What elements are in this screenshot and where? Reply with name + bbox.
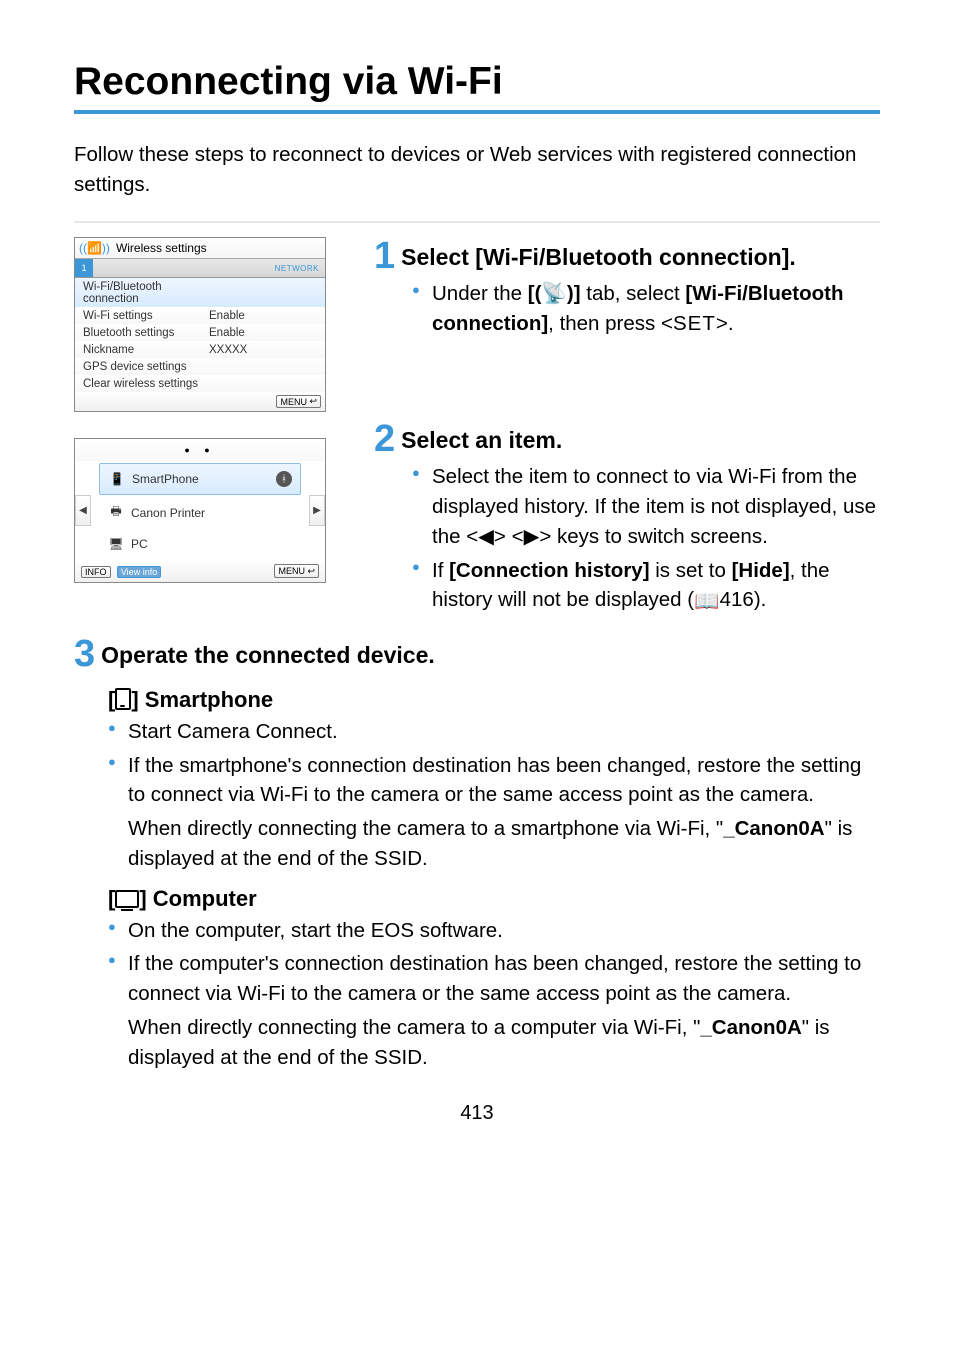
shot1-title: Wireless settings (116, 241, 207, 255)
step-1-row: ((📶)) Wireless settings 1 NETWORK Wi-Fi/… (74, 237, 880, 412)
menu-chip: MENU ↩ (276, 395, 321, 408)
row-label: Wi-Fi/Bluetooth connection (83, 281, 209, 305)
shot1-tab1: 1 (75, 259, 93, 277)
wifi-antenna-icon: (📡) (535, 282, 574, 305)
step-3: 3 Operate the connected device. [] Smart… (74, 635, 880, 1072)
row-value: Enable (209, 310, 245, 322)
row-label: GPS device settings (83, 361, 209, 373)
pc-icon: 🖥 (107, 537, 125, 551)
row-value: XXXXX (209, 344, 247, 356)
row-label: Nickname (83, 344, 209, 356)
step-number-2: 2 (374, 420, 395, 458)
step1-bullet: Under the [(📡)] tab, select [Wi-Fi/Bluet… (412, 279, 880, 338)
step-2-row: ● ● ◀ 📱 SmartPhone ᚼ 🖶 Canon Printer (74, 420, 880, 621)
step1-screenshot-col: ((📶)) Wireless settings 1 NETWORK Wi-Fi/… (74, 237, 358, 412)
row-label: Wi-Fi settings (83, 310, 209, 322)
left-arrow: ◀ (75, 495, 91, 526)
book-icon: 📖 (694, 587, 720, 617)
shot1-titlebar: ((📶)) Wireless settings (75, 238, 325, 259)
row-value: Enable (209, 327, 245, 339)
manual-page: Reconnecting via Wi-Fi Follow these step… (0, 0, 954, 1165)
history-label: SmartPhone (132, 472, 199, 486)
view-info-chip: View info (117, 566, 161, 578)
step2-screenshot-col: ● ● ◀ 📱 SmartPhone ᚼ 🖶 Canon Printer (74, 420, 358, 583)
sp-note: When directly connecting the camera to a… (128, 814, 880, 873)
step2-text: 2 Select an item. Select the item to con… (374, 420, 880, 621)
shot2-bottombar: INFO View info MENU ↩ (75, 560, 325, 582)
row-label: Bluetooth settings (83, 327, 209, 339)
shot2-body: ◀ 📱 SmartPhone ᚼ 🖶 Canon Printer 🖥 (75, 461, 325, 560)
history-list: 📱 SmartPhone ᚼ 🖶 Canon Printer 🖥 PC (91, 461, 309, 560)
smartphone-bullets: Start Camera Connect. If the smartphone'… (108, 717, 880, 810)
smartphone-icon: 📱 (108, 472, 126, 486)
shot1-bottombar: MENU ↩ (75, 392, 325, 411)
step2-title: Select an item. (401, 427, 562, 453)
shot1-row-bt-settings: Bluetooth settings Enable (75, 324, 325, 341)
divider (74, 221, 880, 223)
computer-bracket-icon (115, 890, 139, 908)
step2-bullets: Select the item to connect to via Wi-Fi … (412, 462, 880, 617)
intro-text: Follow these steps to reconnect to devic… (74, 140, 880, 199)
shot2-pager-dots: ● ● (75, 439, 325, 461)
step2-bullet-1: Select the item to connect to via Wi-Fi … (412, 462, 880, 551)
history-item-printer: 🖶 Canon Printer (99, 495, 301, 530)
computer-bullets: On the computer, start the EOS software.… (108, 916, 880, 1009)
history-label: Canon Printer (131, 506, 205, 520)
screenshot-wireless-settings: ((📶)) Wireless settings 1 NETWORK Wi-Fi/… (74, 237, 326, 412)
info-chip: INFO (81, 566, 111, 578)
row-label: Clear wireless settings (83, 378, 209, 390)
screenshot-history: ● ● ◀ 📱 SmartPhone ᚼ 🖶 Canon Printer (74, 438, 326, 583)
wifi-icon: ((📶)) (79, 241, 110, 255)
bluetooth-icon: ᚼ (276, 471, 292, 487)
right-arrow: ▶ (309, 495, 325, 526)
shot1-tabbar: 1 NETWORK (75, 259, 325, 278)
pc-bullet-1: On the computer, start the EOS software. (108, 916, 880, 946)
page-number: 413 (74, 1102, 880, 1125)
history-item-smartphone: 📱 SmartPhone ᚼ (99, 463, 301, 495)
step1-text: 1 Select [Wi-Fi/Bluetooth connection]. U… (374, 237, 880, 342)
history-item-pc: 🖥 PC (99, 530, 301, 558)
smartphone-bracket-icon (115, 688, 131, 710)
step-number-3: 3 (74, 635, 95, 673)
step2-bullet-2: If [Connection history] is set to [Hide]… (412, 556, 880, 617)
shot1-row-clear: Clear wireless settings (75, 375, 325, 392)
printer-icon: 🖶 (107, 502, 125, 523)
title-underline (74, 110, 880, 114)
step1-title: Select [Wi-Fi/Bluetooth connection]. (401, 244, 796, 270)
computer-heading: [] Computer (108, 886, 880, 912)
history-label: PC (131, 537, 148, 551)
shot1-row-gps: GPS device settings (75, 358, 325, 375)
network-label: NETWORK (275, 264, 319, 273)
shot1-row-wifi-bt-conn: Wi-Fi/Bluetooth connection (75, 278, 325, 307)
step1-bullets: Under the [(📡)] tab, select [Wi-Fi/Bluet… (412, 279, 880, 338)
step-number-1: 1 (374, 237, 395, 275)
pc-bullet-2: If the computer's connection destination… (108, 949, 880, 1008)
menu-chip: MENU ↩ (274, 564, 319, 578)
shot1-row-wifi-settings: Wi-Fi settings Enable (75, 307, 325, 324)
page-title: Reconnecting via Wi-Fi (74, 60, 880, 104)
sp-bullet-1: Start Camera Connect. (108, 717, 880, 747)
sp-bullet-2: If the smartphone's connection destinati… (108, 751, 880, 810)
smartphone-heading: [] Smartphone (108, 687, 880, 713)
pc-note: When directly connecting the camera to a… (128, 1013, 880, 1072)
shot1-row-nickname: Nickname XXXXX (75, 341, 325, 358)
step3-title: Operate the connected device. (101, 642, 435, 668)
